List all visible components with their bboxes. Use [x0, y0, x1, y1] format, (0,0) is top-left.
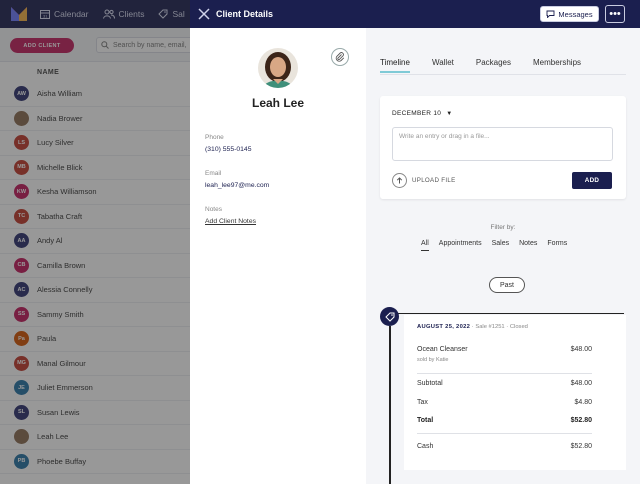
- email-label: Email: [205, 170, 222, 177]
- filter-notes[interactable]: Notes: [519, 240, 537, 251]
- client-info-column: Leah Lee Phone (310) 555-0145 Email leah…: [190, 28, 366, 484]
- phone-label: Phone: [205, 134, 224, 141]
- close-icon[interactable]: [198, 8, 210, 20]
- divider: [417, 373, 592, 374]
- tab-wallet[interactable]: Wallet: [432, 58, 454, 72]
- subtotal-row: Subtotal $48.00: [417, 380, 592, 387]
- filter-forms[interactable]: Forms: [547, 240, 567, 251]
- messages-label: Messages: [558, 9, 593, 19]
- notes-label: Notes: [205, 206, 222, 213]
- timeline-entry-card: DECEMBER 10 ▼ Write an entry or drag in …: [380, 96, 626, 199]
- entry-date-dropdown[interactable]: DECEMBER 10 ▼: [392, 110, 452, 117]
- filter-label: Filter by:: [490, 224, 516, 231]
- client-name: Leah Lee: [251, 96, 305, 110]
- upload-file-button[interactable]: UPLOAD FILE: [392, 173, 456, 188]
- sale-number[interactable]: Sale #1251: [475, 324, 504, 330]
- tab-divider: [380, 74, 626, 75]
- past-button[interactable]: Past: [489, 277, 525, 293]
- divider: [417, 433, 592, 434]
- sale-status: Closed: [509, 324, 528, 330]
- timeline-line: [389, 326, 391, 484]
- cash-label: Cash: [417, 443, 434, 450]
- total-row: Total $52.80: [417, 417, 592, 424]
- client-avatar: [258, 48, 298, 88]
- cash-value: $52.80: [570, 443, 592, 450]
- panel-header: Client Details Messages •••: [190, 0, 640, 28]
- upload-file-label: UPLOAD FILE: [412, 177, 456, 184]
- timeline-divider: [396, 313, 624, 314]
- tax-row: Tax $4.80: [417, 399, 592, 406]
- total-value: $52.80: [570, 417, 592, 424]
- sale-date: AUGUST 25, 2022: [417, 324, 471, 330]
- filter-appointments[interactable]: Appointments: [439, 240, 482, 251]
- sold-by: sold by Katie: [417, 357, 449, 363]
- filter-sales[interactable]: Sales: [492, 240, 510, 251]
- item-name: Ocean Cleanser: [417, 346, 468, 353]
- panel-title: Client Details: [216, 9, 274, 19]
- tab-memberships[interactable]: Memberships: [533, 58, 581, 72]
- caret-down-icon: ▼: [446, 110, 453, 117]
- messages-button[interactable]: Messages: [540, 6, 599, 22]
- tab-packages[interactable]: Packages: [476, 58, 511, 72]
- entry-textarea[interactable]: Write an entry or drag in a file...: [392, 127, 613, 161]
- detail-tabs: Timeline Wallet Packages Memberships: [380, 58, 603, 73]
- phone-value[interactable]: (310) 555-0145: [205, 146, 251, 153]
- tax-label: Tax: [417, 399, 428, 406]
- add-client-notes-link[interactable]: Add Client Notes: [205, 218, 256, 225]
- timeline-filters: All Appointments Sales Notes Forms: [421, 240, 577, 251]
- subtotal-label: Subtotal: [417, 380, 443, 387]
- entry-date-value: DECEMBER 10: [392, 110, 442, 117]
- more-options-button[interactable]: •••: [605, 5, 625, 23]
- timeline-column: Timeline Wallet Packages Memberships DEC…: [366, 28, 640, 484]
- line-item-row: Ocean Cleanser $48.00: [417, 346, 592, 353]
- client-details-panel: Client Details Messages ••• Leah Lee Pho…: [190, 0, 640, 484]
- sale-card[interactable]: AUGUST 25, 2022 · Sale #1251 · Closed Oc…: [404, 315, 626, 470]
- sale-header: AUGUST 25, 2022 · Sale #1251 · Closed: [417, 324, 528, 330]
- upload-icon: [392, 173, 407, 188]
- attachment-button[interactable]: [331, 48, 349, 66]
- filter-all[interactable]: All: [421, 240, 429, 251]
- paperclip-icon: [335, 52, 345, 62]
- total-label: Total: [417, 417, 434, 424]
- cash-row: Cash $52.80: [417, 443, 592, 450]
- tab-timeline[interactable]: Timeline: [380, 58, 410, 73]
- subtotal-value: $48.00: [570, 380, 592, 387]
- add-entry-button[interactable]: ADD: [572, 172, 612, 189]
- item-price: $48.00: [570, 346, 592, 353]
- tax-value: $4.80: [574, 399, 592, 406]
- email-value[interactable]: leah_lee97@me.com: [205, 182, 269, 189]
- chat-icon: [546, 10, 555, 18]
- sale-tag-icon: [380, 307, 399, 326]
